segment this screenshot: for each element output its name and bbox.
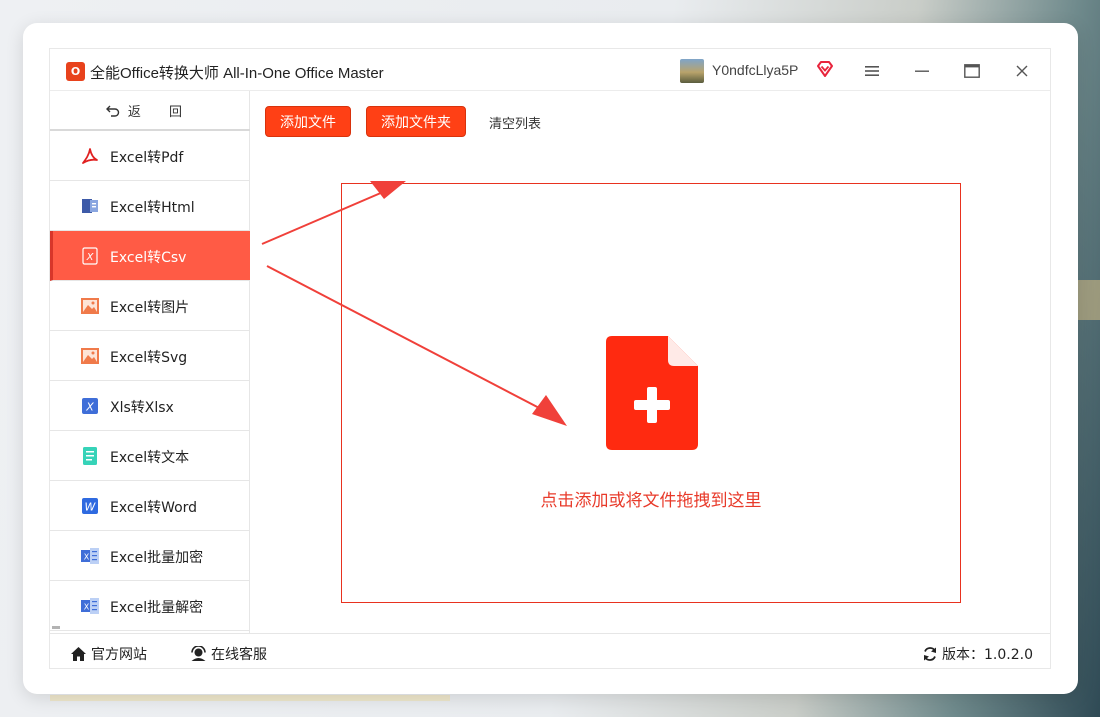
customer-service-icon bbox=[191, 646, 206, 661]
close-button[interactable] bbox=[1010, 59, 1034, 83]
pdf-icon bbox=[82, 148, 98, 164]
excel-unlock-icon: X bbox=[81, 598, 99, 614]
background-accent bbox=[1078, 280, 1100, 320]
sidebar-item-excel-batch-decrypt[interactable]: X Excel批量解密 bbox=[50, 581, 250, 631]
sidebar-item-label: Excel转图片 bbox=[110, 300, 190, 316]
sidebar: 返 回 Excel转Pdf Excel转Html X Excel转Csv Exc… bbox=[50, 91, 250, 633]
undo-arrow-icon bbox=[105, 105, 120, 117]
home-icon bbox=[71, 647, 86, 661]
sidebar-item-label: Excel转文本 bbox=[110, 450, 190, 466]
sidebar-item-excel-batch-encrypt[interactable]: X Excel批量加密 bbox=[50, 531, 250, 581]
clear-list-button[interactable]: 清空列表 bbox=[489, 113, 541, 132]
add-folder-button[interactable]: 添加文件夹 bbox=[366, 106, 466, 137]
official-website-label: 官方网站 bbox=[91, 647, 147, 663]
avatar[interactable] bbox=[680, 59, 704, 83]
app-title: 全能Office转换大师 All-In-One Office Master bbox=[90, 65, 384, 82]
sidebar-item-label: Excel转Svg bbox=[110, 350, 188, 366]
drop-zone-text: 点击添加或将文件拖拽到这里 bbox=[540, 491, 762, 511]
sidebar-item-excel-to-svg[interactable]: Excel转Svg bbox=[50, 331, 250, 381]
csv-icon: X bbox=[82, 247, 98, 265]
sidebar-item-label: Excel转Csv bbox=[110, 250, 187, 266]
sidebar-item-xls-to-xlsx[interactable]: X Xls转Xlsx bbox=[50, 381, 250, 431]
title-bar: O 全能Office转换大师 All-In-One Office Master … bbox=[50, 49, 1050, 91]
add-file-icon[interactable] bbox=[606, 336, 698, 450]
svg-image-icon bbox=[81, 348, 99, 364]
add-file-button[interactable]: 添加文件 bbox=[265, 106, 351, 137]
sidebar-item-excel-to-pdf[interactable]: Excel转Pdf bbox=[50, 131, 250, 181]
online-support-link[interactable]: 在线客服 bbox=[190, 644, 267, 664]
maximize-button[interactable] bbox=[960, 59, 984, 83]
minimize-icon bbox=[915, 70, 929, 72]
sidebar-item-label: Excel转Html bbox=[110, 200, 195, 216]
sidebar-item-label: Excel转Pdf bbox=[110, 150, 184, 166]
username[interactable]: Y0ndfcLlya5P bbox=[712, 62, 798, 78]
hamburger-icon bbox=[865, 66, 879, 76]
close-icon bbox=[1016, 65, 1028, 77]
svg-text:X: X bbox=[85, 401, 94, 414]
svg-text:X: X bbox=[84, 603, 90, 612]
back-label: 返 回 bbox=[127, 104, 195, 120]
online-support-label: 在线客服 bbox=[211, 647, 267, 663]
sidebar-item-excel-to-html[interactable]: Excel转Html bbox=[50, 181, 250, 231]
sidebar-item-excel-to-csv[interactable]: X Excel转Csv bbox=[50, 231, 250, 281]
menu-button[interactable] bbox=[860, 59, 884, 83]
refresh-icon bbox=[924, 647, 936, 661]
app-window: O 全能Office转换大师 All-In-One Office Master … bbox=[49, 48, 1051, 669]
footer: 官方网站 在线客服 版本：1.0.2.0 bbox=[50, 633, 1050, 669]
sidebar-item-excel-to-word[interactable]: W Excel转Word bbox=[50, 481, 250, 531]
version-label: 版本：1.0.2.0 bbox=[942, 647, 1033, 663]
svg-text:X: X bbox=[84, 553, 90, 562]
svg-text:X: X bbox=[86, 252, 95, 263]
sidebar-item-label: Excel转Word bbox=[110, 500, 198, 516]
sidebar-item-label: Xls转Xlsx bbox=[110, 400, 174, 416]
html-icon bbox=[82, 199, 98, 213]
sidebar-item-label: Excel批量加密 bbox=[110, 550, 204, 566]
xlsx-icon: X bbox=[82, 398, 98, 414]
minimize-button[interactable] bbox=[910, 59, 934, 83]
official-website-link[interactable]: 官方网站 bbox=[70, 644, 147, 664]
excel-lock-icon: X bbox=[81, 548, 99, 564]
sidebar-scrollbar[interactable] bbox=[52, 626, 60, 629]
sidebar-item-excel-to-image[interactable]: Excel转图片 bbox=[50, 281, 250, 331]
app-logo: O bbox=[66, 62, 85, 81]
background-strip bbox=[50, 695, 450, 701]
back-button[interactable]: 返 回 bbox=[50, 91, 250, 131]
sidebar-item-excel-to-text[interactable]: Excel转文本 bbox=[50, 431, 250, 481]
text-doc-icon bbox=[83, 447, 97, 465]
sidebar-item-label: Excel批量解密 bbox=[110, 600, 204, 616]
image-icon bbox=[81, 298, 99, 314]
svg-text:W: W bbox=[85, 501, 97, 514]
file-drop-zone[interactable]: 点击添加或将文件拖拽到这里 bbox=[341, 183, 961, 603]
vip-diamond-icon[interactable] bbox=[816, 60, 834, 78]
word-icon: W bbox=[82, 498, 98, 514]
version-info: 版本：1.0.2.0 bbox=[922, 644, 1033, 664]
maximize-icon bbox=[964, 64, 980, 78]
